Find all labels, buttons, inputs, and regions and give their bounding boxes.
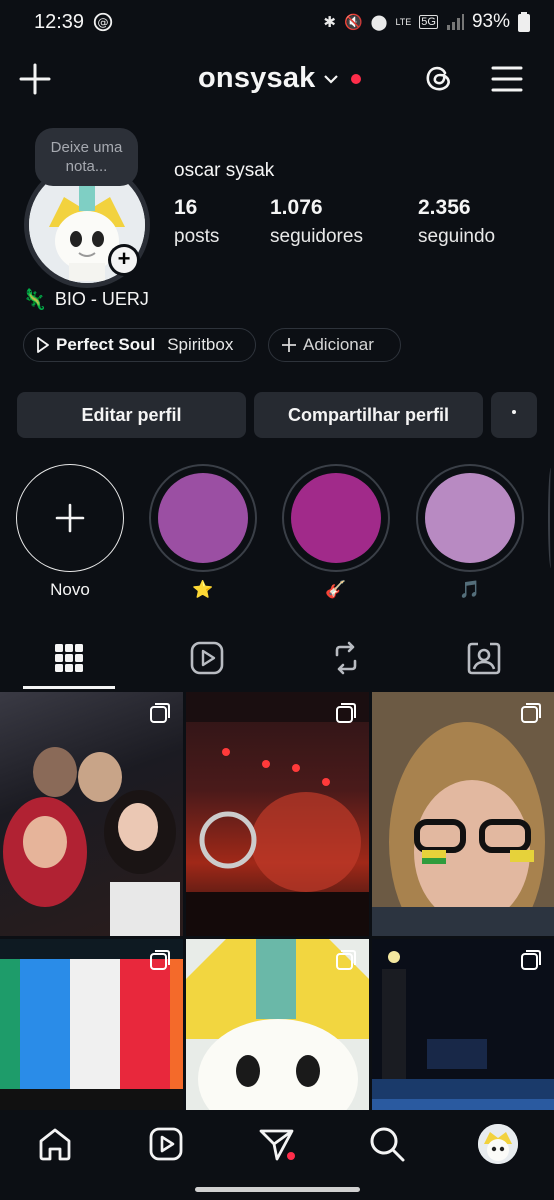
- highlight-circle: [416, 464, 524, 572]
- signal-icon: [446, 14, 464, 30]
- bio: 🦎 BIO - UERJ: [22, 287, 149, 312]
- home-icon[interactable]: [35, 1124, 75, 1164]
- stat-followers[interactable]: 1.076 seguidores: [270, 196, 363, 248]
- concert-photo-image: [186, 692, 369, 936]
- highlight-guitar[interactable]: 🎸: [282, 464, 390, 600]
- post-thumbnail[interactable]: [0, 939, 183, 1112]
- carousel-icon: [521, 950, 541, 970]
- bio-text: BIO - UERJ: [54, 289, 149, 309]
- grid-icon[interactable]: [49, 638, 89, 678]
- post-thumbnail[interactable]: [186, 692, 369, 936]
- threads-icon[interactable]: [420, 60, 456, 96]
- stat-value: 2.356: [418, 196, 471, 219]
- profile-music-chip[interactable]: Perfect Soul Spiritbox: [23, 328, 256, 362]
- carousel-icon: [336, 703, 356, 723]
- carousel-icon: [150, 950, 170, 970]
- post-thumbnail[interactable]: [372, 939, 554, 1112]
- notification-dot: [351, 73, 362, 84]
- edit-profile-button[interactable]: Editar perfil: [17, 392, 246, 438]
- reels-nav-icon[interactable]: [146, 1124, 186, 1164]
- group-photo-image: [3, 747, 180, 936]
- post-thumbnail[interactable]: [0, 692, 183, 936]
- mute-icon: 🔇: [343, 14, 363, 31]
- plus-icon: +: [111, 247, 137, 273]
- carousel-icon: [336, 950, 356, 970]
- stat-following[interactable]: 2.356 seguindo: [418, 196, 495, 248]
- account-switcher[interactable]: onsysak: [198, 62, 362, 95]
- content-tabs: [0, 630, 554, 690]
- highlight-star[interactable]: ⭐: [149, 464, 257, 600]
- network-5g-icon: 5G: [419, 15, 438, 29]
- stat-posts[interactable]: 16 posts: [174, 196, 219, 248]
- status-time: 12:39: [34, 10, 85, 33]
- reposts-icon[interactable]: [326, 638, 366, 678]
- bio-emoji: 🦎: [22, 289, 47, 311]
- highlight-circle: [149, 464, 257, 572]
- note-bubble[interactable]: Deixe uma nota...: [35, 128, 138, 186]
- stat-value: 16: [174, 196, 198, 219]
- post-thumbnail[interactable]: [372, 692, 554, 936]
- plus-icon: [282, 338, 296, 352]
- menu-icon[interactable]: [490, 64, 524, 94]
- song-artist: Spiritbox: [167, 335, 234, 354]
- bluetooth-icon: ✱: [323, 14, 336, 31]
- highlight-cover: [158, 473, 248, 563]
- plus-icon: [55, 503, 85, 533]
- highlight-music[interactable]: 🎵: [416, 464, 524, 600]
- highlight-label: ⭐: [192, 580, 214, 599]
- threads-notification-icon: @: [93, 12, 113, 32]
- home-indicator: [195, 1187, 360, 1192]
- stat-value: 1.076: [270, 196, 323, 219]
- svg-text:@: @: [98, 16, 109, 29]
- jirachi-avatar-image: [478, 1124, 518, 1164]
- discover-people-button[interactable]: [491, 392, 537, 438]
- add-music-chip[interactable]: Adicionar: [268, 328, 401, 362]
- search-icon[interactable]: [367, 1124, 407, 1164]
- lte-icon: LTE: [395, 16, 412, 27]
- highlight-label: Novo: [50, 580, 90, 599]
- add-story-button[interactable]: +: [108, 244, 140, 276]
- active-tab-indicator: [23, 686, 115, 689]
- stat-label: seguindo: [418, 226, 496, 247]
- display-name: oscar sysak: [174, 160, 275, 181]
- reels-icon[interactable]: [187, 638, 227, 678]
- carousel-icon: [521, 703, 541, 723]
- highlight-circle: [282, 464, 390, 572]
- highlight-new-circle: [16, 464, 124, 572]
- location-icon: ⬤: [370, 14, 388, 31]
- play-icon: [37, 337, 49, 353]
- stat-label: posts: [174, 226, 220, 247]
- highlight-new[interactable]: Novo: [16, 464, 124, 600]
- battery-icon: [518, 12, 530, 32]
- status-bar: 12:39 @ ✱ 🔇 ⬤ LTE 5G 93%: [0, 0, 554, 44]
- selfie-photo-image: [372, 692, 554, 936]
- header-username: onsysak: [198, 62, 316, 94]
- share-profile-button[interactable]: Compartilhar perfil: [254, 392, 483, 438]
- stat-label: seguidores: [270, 226, 363, 247]
- posts-grid: [0, 692, 554, 1112]
- song-title: Perfect Soul: [56, 335, 156, 354]
- tagged-icon[interactable]: [464, 638, 504, 678]
- add-music-label: Adicionar: [303, 335, 374, 354]
- highlight-label: 🎸: [325, 580, 347, 599]
- highlight-cover: [425, 473, 515, 563]
- direct-messages-icon[interactable]: [257, 1124, 297, 1164]
- battery-percent: 93%: [471, 11, 510, 32]
- profile-header: onsysak: [0, 56, 554, 106]
- profile-nav-avatar[interactable]: [476, 1122, 520, 1166]
- carousel-icon: [150, 703, 170, 723]
- chevron-down-icon: [324, 74, 339, 84]
- highlight-cover: [291, 473, 381, 563]
- post-thumbnail[interactable]: [186, 939, 369, 1112]
- highlight-partial[interactable]: [548, 468, 554, 568]
- more-icon: [512, 410, 516, 414]
- create-plus-icon[interactable]: [18, 62, 52, 96]
- highlight-label: 🎵: [459, 580, 481, 599]
